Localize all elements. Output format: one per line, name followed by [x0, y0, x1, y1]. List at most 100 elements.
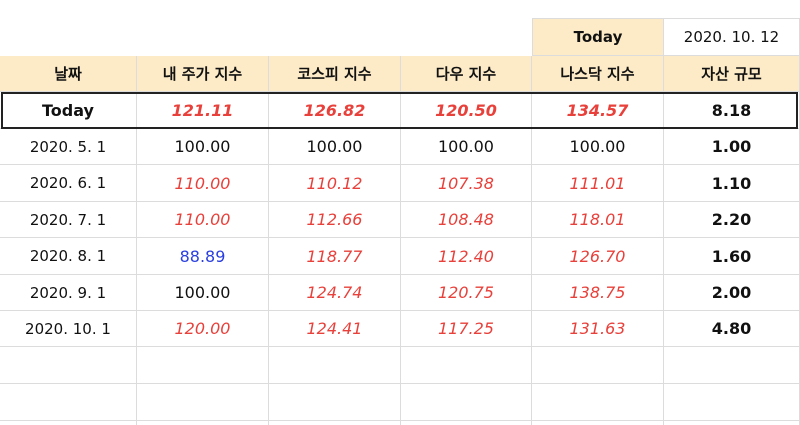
empty-cell[interactable] — [401, 384, 532, 421]
header-kospi[interactable]: 코스피 지수 — [269, 56, 401, 92]
empty-cell[interactable] — [664, 347, 800, 384]
row-cell[interactable]: 117.25 — [401, 311, 532, 347]
header-label: 코스피 지수 — [297, 65, 372, 83]
cell-value: 118.77 — [306, 246, 363, 266]
empty-cell[interactable] — [532, 347, 664, 384]
row-date[interactable]: 2020. 9. 1 — [0, 275, 137, 311]
row-cell[interactable]: 4.80 — [664, 311, 800, 347]
row-cell[interactable]: 112.40 — [401, 238, 532, 275]
row-date[interactable]: 2020. 5. 1 — [0, 129, 137, 165]
row-cell[interactable]: 100.00 — [269, 129, 401, 165]
row-cell[interactable]: 100.00 — [137, 129, 269, 165]
cell-value: 118.01 — [569, 210, 626, 229]
empty-cell[interactable] — [137, 421, 269, 425]
cell-value: 124.41 — [306, 319, 363, 338]
empty-cell[interactable] — [269, 384, 401, 421]
cell-value: 1.10 — [711, 173, 752, 193]
cell-value: 124.74 — [306, 283, 363, 302]
row-cell[interactable]: 100.00 — [137, 275, 269, 311]
today-date: 2020. 10. 12 — [683, 28, 780, 46]
header-my-index[interactable]: 내 주가 지수 — [137, 56, 269, 92]
row-cell[interactable]: 131.63 — [532, 311, 664, 347]
cell-value: 121.11 — [171, 100, 234, 120]
header-label: 다우 지수 — [435, 65, 497, 83]
today-assets[interactable]: 8.18 — [664, 92, 800, 129]
row-date-text: 2020. 7. 1 — [29, 210, 107, 229]
cell-value: 8.18 — [711, 100, 752, 120]
spreadsheet: Today 2020. 10. 12 날짜 내 주가 지수 코스피 지수 다우 … — [0, 0, 800, 425]
cell-value: 107.38 — [438, 173, 494, 193]
row-cell[interactable]: 110.00 — [137, 165, 269, 202]
cell-value: 126.70 — [569, 246, 626, 266]
today-label-cell[interactable]: Today — [532, 18, 664, 56]
row-cell[interactable]: 111.01 — [532, 165, 664, 202]
cell-value: 100.00 — [438, 137, 494, 156]
cell-value: 110.00 — [174, 210, 231, 229]
row-cell[interactable]: 2.00 — [664, 275, 800, 311]
cell-value: 120.00 — [174, 319, 231, 338]
row-cell[interactable]: 2.20 — [664, 202, 800, 238]
row-date[interactable]: 2020. 10. 1 — [0, 311, 137, 347]
row-cell[interactable]: 120.00 — [137, 311, 269, 347]
row-date[interactable]: 2020. 7. 1 — [0, 202, 137, 238]
empty-cell[interactable] — [532, 384, 664, 421]
empty-cell[interactable] — [401, 421, 532, 425]
empty-cell[interactable] — [0, 421, 137, 425]
today-my-index[interactable]: 121.11 — [137, 92, 269, 129]
header-label: 자산 규모 — [701, 65, 762, 83]
row-cell[interactable]: 108.48 — [401, 202, 532, 238]
row-label: Today — [42, 100, 94, 120]
row-cell[interactable]: 118.77 — [269, 238, 401, 275]
today-kospi[interactable]: 126.82 — [269, 92, 401, 129]
row-date-text: 2020. 6. 1 — [29, 174, 107, 192]
cell-value: 1.00 — [711, 137, 752, 156]
row-cell[interactable]: 112.66 — [269, 202, 401, 238]
empty-cell[interactable] — [532, 421, 664, 425]
row-cell[interactable]: 1.10 — [664, 165, 800, 202]
today-dow[interactable]: 120.50 — [401, 92, 532, 129]
cell-value: 4.80 — [711, 319, 752, 338]
row-date[interactable]: 2020. 6. 1 — [0, 165, 137, 202]
empty-cell[interactable] — [401, 347, 532, 384]
row-cell[interactable]: 124.74 — [269, 275, 401, 311]
row-cell[interactable]: 100.00 — [532, 129, 664, 165]
header-dow[interactable]: 다우 지수 — [401, 56, 532, 92]
row-cell[interactable]: 124.41 — [269, 311, 401, 347]
header-date[interactable]: 날짜 — [0, 56, 137, 92]
row-cell[interactable]: 138.75 — [532, 275, 664, 311]
cell-value: 100.00 — [174, 283, 231, 302]
row-cell[interactable]: 110.00 — [137, 202, 269, 238]
row-cell[interactable]: 1.00 — [664, 129, 800, 165]
empty-cell[interactable] — [664, 384, 800, 421]
cell-value: 138.75 — [569, 283, 626, 302]
cell-value: 112.40 — [438, 246, 494, 266]
row-cell[interactable]: 1.60 — [664, 238, 800, 275]
empty-cell[interactable] — [0, 347, 137, 384]
cell-value: 100.00 — [306, 137, 363, 156]
cell-value: 117.25 — [438, 319, 494, 338]
row-cell[interactable]: 120.75 — [401, 275, 532, 311]
empty-cell[interactable] — [0, 384, 137, 421]
cell-value: 2.20 — [711, 210, 752, 229]
empty-cell[interactable] — [137, 384, 269, 421]
row-date[interactable]: 2020. 8. 1 — [0, 238, 137, 275]
today-nasdaq[interactable]: 134.57 — [532, 92, 664, 129]
empty-cell[interactable] — [137, 347, 269, 384]
header-assets[interactable]: 자산 규모 — [664, 56, 800, 92]
row-cell[interactable]: 118.01 — [532, 202, 664, 238]
empty-cell[interactable] — [664, 421, 800, 425]
today-date-cell[interactable]: 2020. 10. 12 — [664, 18, 800, 56]
empty-cell[interactable] — [269, 421, 401, 425]
header-nasdaq[interactable]: 나스닥 지수 — [532, 56, 664, 92]
cell-value: 100.00 — [174, 137, 231, 156]
row-cell[interactable]: 88.89 — [137, 238, 269, 275]
row-cell[interactable]: 107.38 — [401, 165, 532, 202]
cell-value: 112.66 — [306, 210, 363, 229]
cell-value: 110.00 — [174, 173, 231, 193]
row-cell[interactable]: 126.70 — [532, 238, 664, 275]
row-cell[interactable]: 100.00 — [401, 129, 532, 165]
row-cell[interactable]: 110.12 — [269, 165, 401, 202]
today-row-label[interactable]: Today — [0, 92, 137, 129]
header-label: 내 주가 지수 — [162, 65, 243, 83]
empty-cell[interactable] — [269, 347, 401, 384]
